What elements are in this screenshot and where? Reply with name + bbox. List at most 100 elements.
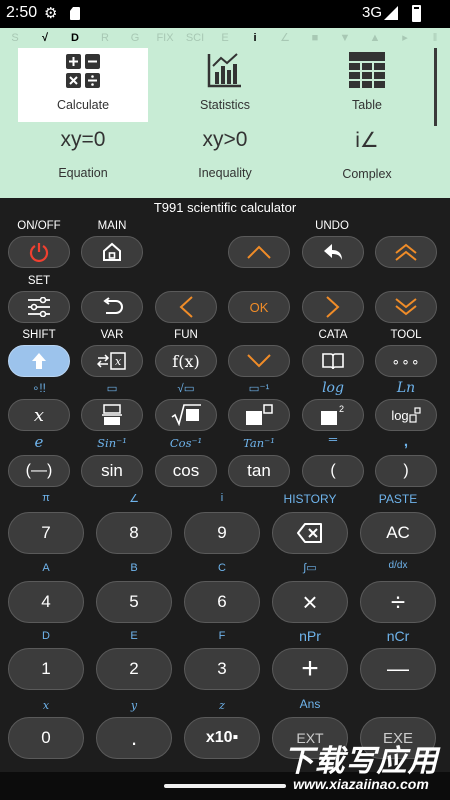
decimal-button[interactable]: .: [96, 717, 172, 759]
shift-label-root: √▭: [177, 383, 195, 395]
catalog-button[interactable]: [302, 345, 364, 377]
indicator-up: ▲: [369, 32, 381, 44]
key-7[interactable]: 7: [8, 512, 84, 554]
mode-equation[interactable]: xy=0 Equation: [18, 128, 148, 194]
down-button[interactable]: [228, 345, 290, 377]
square-button[interactable]: 2: [302, 399, 364, 431]
mode-panel: S √ D R G FIX SCI E i ∠ ■ ▼ ▲ ▸ ‖ Calcul…: [0, 28, 450, 198]
complex-symbol: i∠: [355, 129, 379, 152]
key-2[interactable]: 2: [96, 648, 172, 690]
page-down-button[interactable]: [375, 291, 437, 323]
power-button[interactable]: [8, 236, 70, 268]
statistics-icon: [207, 53, 241, 88]
key-9[interactable]: 9: [184, 512, 260, 554]
delete-button[interactable]: [272, 512, 348, 554]
multiply-label: ×: [302, 586, 318, 617]
tan-button[interactable]: tan: [228, 455, 290, 487]
mode-inequality-label: Inequality: [198, 166, 252, 180]
inequality-symbol: xy>0: [202, 128, 248, 151]
back-button[interactable]: [81, 291, 143, 323]
home-gesture-pill[interactable]: [164, 784, 286, 788]
right-paren-button[interactable]: ): [375, 455, 437, 487]
undo-button[interactable]: [302, 236, 364, 268]
variable-icon: x: [97, 352, 126, 370]
function-button[interactable]: f(x): [155, 345, 217, 377]
label-fun: FUN: [174, 329, 198, 341]
exp10-button[interactable]: x10▪: [184, 717, 260, 759]
left-paren-button[interactable]: (: [302, 455, 364, 487]
page-up-button[interactable]: [375, 236, 437, 268]
double-chevron-down-icon: [395, 298, 417, 316]
label-ans: Ans: [299, 697, 321, 711]
log-base-button[interactable]: log: [375, 399, 437, 431]
var-button[interactable]: x: [81, 345, 143, 377]
up-button[interactable]: [228, 236, 290, 268]
indicator-bar: S √ D R G FIX SCI E i ∠ ■ ▼ ▲ ▸ ‖: [0, 28, 450, 48]
key-5[interactable]: 5: [96, 581, 172, 623]
shift-label-d: D: [42, 630, 50, 642]
mode-statistics[interactable]: Statistics: [160, 48, 290, 122]
negative-button[interactable]: (—): [8, 455, 70, 487]
tool-button[interactable]: ∘∘∘: [375, 345, 437, 377]
shift-label-derivative: d/dx: [388, 560, 408, 571]
indicator-pause: ‖: [432, 32, 438, 44]
plus-button[interactable]: +: [272, 648, 348, 690]
decimal-label: .: [130, 725, 138, 750]
multiply-button[interactable]: ×: [272, 581, 348, 623]
indicator-s: S: [11, 32, 19, 44]
return-icon: [103, 297, 123, 314]
tool-dots-icon: ∘∘∘: [391, 352, 421, 369]
label-ncr: nCr: [386, 628, 410, 644]
label-paste: PASTE: [378, 492, 418, 506]
double-chevron-up-icon: [395, 243, 417, 261]
right-paren-label: ): [403, 462, 409, 479]
table-icon: [349, 52, 385, 88]
fraction-icon: [102, 404, 122, 425]
left-button[interactable]: [155, 291, 217, 323]
main-button[interactable]: [81, 236, 143, 268]
mode-complex[interactable]: i∠ Complex: [302, 128, 432, 194]
power-x-button[interactable]: [228, 399, 290, 431]
chevron-left-icon: [179, 296, 193, 318]
sin-button[interactable]: sin: [81, 455, 143, 487]
mode-table[interactable]: Table: [302, 48, 432, 122]
sin-label: sin: [101, 461, 123, 480]
settings-sliders-icon: [28, 297, 50, 317]
sqrt-button[interactable]: [155, 399, 217, 431]
label-tool: TOOL: [390, 329, 422, 341]
label-npr: nPr: [299, 628, 321, 644]
cos-button[interactable]: cos: [155, 455, 217, 487]
key-8-label: 8: [129, 523, 139, 542]
key-8[interactable]: 8: [96, 512, 172, 554]
mode-calculate[interactable]: Calculate: [18, 48, 148, 122]
x-button[interactable]: x: [8, 399, 70, 431]
mode-inequality[interactable]: xy>0 Inequality: [160, 128, 290, 194]
key-1-label: 1: [41, 659, 51, 678]
key-4[interactable]: 4: [8, 581, 84, 623]
shift-label-x: x: [42, 699, 50, 712]
divide-button[interactable]: ÷: [360, 581, 436, 623]
key-3[interactable]: 3: [184, 648, 260, 690]
shift-label-a: A: [42, 562, 50, 574]
right-button[interactable]: [302, 291, 364, 323]
set-button[interactable]: [8, 291, 70, 323]
tan-label: tan: [247, 461, 271, 480]
ok-button[interactable]: OK: [228, 291, 290, 323]
exp10-label: x10▪: [205, 729, 239, 746]
minus-button[interactable]: —: [360, 648, 436, 690]
key-0[interactable]: 0: [8, 717, 84, 759]
key-1[interactable]: 1: [8, 648, 84, 690]
ac-button[interactable]: AC: [360, 512, 436, 554]
square-icon: 2: [321, 404, 344, 425]
power-box-icon: [246, 404, 273, 425]
cos-label: cos: [172, 461, 200, 480]
shift-button[interactable]: [8, 345, 70, 377]
shift-label-comma: ,: [403, 433, 409, 450]
key-6[interactable]: 6: [184, 581, 260, 623]
indicator-r: R: [101, 32, 109, 44]
fraction-button[interactable]: [81, 399, 143, 431]
label-set: SET: [27, 275, 51, 287]
indicator-angle: ∠: [280, 32, 290, 44]
mode-scrollbar[interactable]: [434, 48, 437, 126]
function-label: f(x): [172, 351, 200, 371]
